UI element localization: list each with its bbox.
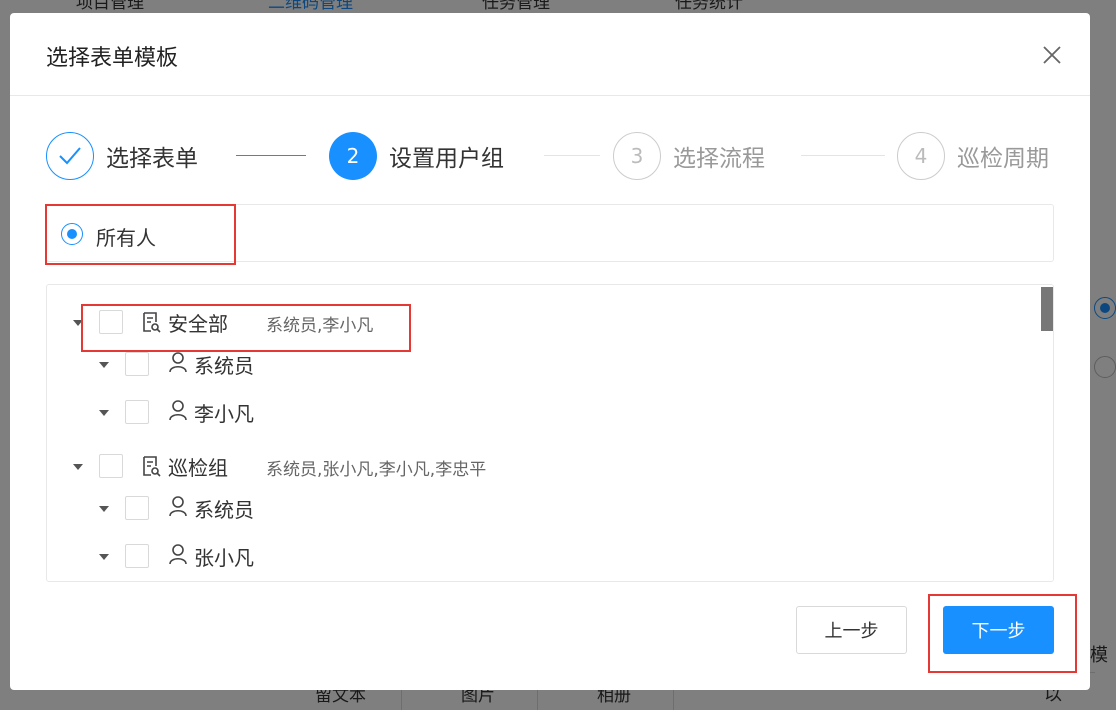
step-inspection-cycle[interactable]: 4 巡检周期	[897, 131, 1049, 181]
group-form-icon	[143, 312, 161, 333]
tree-node-label: 张小凡	[194, 546, 254, 570]
step-connector	[236, 155, 306, 156]
user-icon	[169, 400, 187, 421]
modal-title: 选择表单模板	[46, 46, 179, 71]
all-people-option: 所有人	[46, 204, 1054, 262]
tree-checkbox[interactable]	[99, 454, 123, 478]
tree-node-group: 安全部 系统员,李小凡	[47, 302, 1037, 342]
close-button[interactable]	[1042, 45, 1062, 65]
caret-down-icon[interactable]	[99, 554, 109, 560]
caret-down-icon[interactable]	[73, 464, 83, 470]
step-label: 选择表单	[106, 146, 198, 172]
step-connector	[544, 155, 600, 156]
caret-down-icon[interactable]	[99, 362, 109, 368]
step-number: 2	[329, 132, 377, 180]
tree-checkbox[interactable]	[125, 544, 149, 568]
tree-checkbox[interactable]	[125, 496, 149, 520]
tree-node-members: 系统员,张小凡,李小凡,李忠平	[266, 460, 487, 480]
tree-checkbox[interactable]	[125, 352, 149, 376]
tree-scrollbar[interactable]	[1041, 285, 1053, 581]
step-select-form[interactable]: 选择表单	[46, 131, 198, 181]
all-people-label[interactable]: 所有人	[96, 222, 156, 251]
step-connector	[801, 155, 885, 156]
step-label: 巡检周期	[957, 146, 1049, 172]
steps-progress: 选择表单 2 设置用户组 3 选择流程 4 巡检周期	[46, 131, 1056, 181]
tree-node-user: 系统员	[47, 488, 1037, 528]
tree-node-user: 系统员	[47, 344, 1037, 384]
close-icon	[1043, 46, 1061, 64]
tree-node-label: 系统员	[194, 354, 254, 378]
all-people-radio[interactable]	[61, 223, 83, 245]
check-icon	[59, 147, 81, 165]
caret-down-icon[interactable]	[99, 410, 109, 416]
user-icon	[169, 496, 187, 517]
tree-node-user: 李小凡	[47, 392, 1037, 432]
tree-node-label: 系统员	[194, 498, 254, 522]
step-label: 设置用户组	[389, 146, 504, 172]
tree-node-label: 安全部	[168, 312, 228, 336]
next-step-button[interactable]: 下一步	[943, 606, 1054, 654]
scrollbar-thumb[interactable]	[1041, 287, 1053, 331]
caret-down-icon[interactable]	[73, 320, 83, 326]
user-group-tree: 安全部 系统员,李小凡 系统员 李小凡 巡检组 系统员,张小凡,李小凡,李忠平 …	[46, 284, 1054, 582]
select-form-template-modal: 选择表单模板 选择表单 2 设置用户组 3 选择流程 4 巡检周期 所有人 安全…	[10, 13, 1090, 690]
step-number: 3	[613, 132, 661, 180]
tree-node-group: 巡检组 系统员,张小凡,李小凡,李忠平	[47, 446, 1037, 486]
tree-node-label: 李小凡	[194, 402, 254, 426]
user-icon	[169, 352, 187, 373]
caret-down-icon[interactable]	[99, 506, 109, 512]
step-check-circle	[46, 132, 94, 180]
modal-header: 选择表单模板	[10, 13, 1090, 96]
step-label: 选择流程	[673, 146, 765, 172]
user-icon	[169, 544, 187, 565]
tree-checkbox[interactable]	[99, 310, 123, 334]
tree-node-label: 巡检组	[168, 456, 228, 480]
group-form-icon	[143, 456, 161, 477]
tree-checkbox[interactable]	[125, 400, 149, 424]
step-set-user-group[interactable]: 2 设置用户组	[329, 131, 504, 181]
tree-node-user: 张小凡	[47, 536, 1037, 576]
prev-step-button[interactable]: 上一步	[796, 606, 907, 654]
step-select-process[interactable]: 3 选择流程	[613, 131, 765, 181]
tree-node-members: 系统员,李小凡	[266, 316, 374, 336]
step-number: 4	[897, 132, 945, 180]
